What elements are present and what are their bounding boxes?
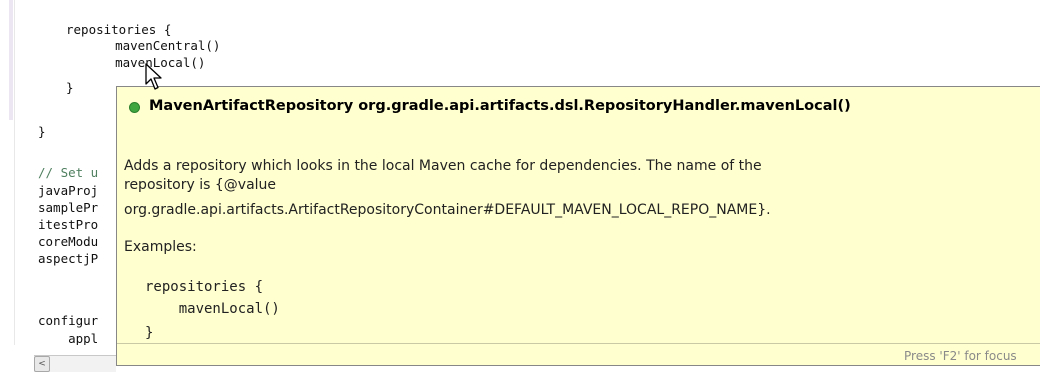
example-code-line: repositories {: [145, 279, 264, 295]
code-line[interactable]: repositories {: [66, 22, 171, 38]
public-method-icon: [129, 101, 140, 113]
popup-status-bar: Press 'F2' for focus: [117, 343, 1040, 365]
code-comment[interactable]: // Set u: [38, 165, 98, 181]
code-line[interactable]: }: [38, 124, 46, 140]
code-line[interactable]: appl: [38, 331, 98, 345]
scroll-left-button[interactable]: <: [34, 356, 50, 372]
code-line[interactable]: samplePr: [38, 200, 98, 216]
example-code-line: }: [145, 325, 154, 341]
code-line[interactable]: javaProj: [38, 183, 98, 199]
code-line[interactable]: aspectjP: [38, 251, 98, 267]
doc-description-line: org.gradle.api.artifacts.ArtifactReposit…: [124, 202, 771, 218]
doc-description-line: Adds a repository which looks in the loc…: [124, 158, 762, 174]
mouse-pointer-icon: [145, 63, 162, 90]
javadoc-hover-popup[interactable]: MavenArtifactRepository org.gradle.api.a…: [116, 86, 1040, 366]
examples-label: Examples:: [124, 239, 197, 255]
horizontal-scrollbar[interactable]: <: [34, 355, 116, 372]
code-line[interactable]: mavenCentral(): [85, 38, 220, 54]
code-line[interactable]: configur: [38, 313, 98, 329]
editor-margin: [14, 0, 15, 345]
code-line[interactable]: coreModu: [38, 234, 98, 250]
code-line[interactable]: }: [66, 80, 74, 96]
code-line[interactable]: itestPro: [38, 217, 98, 233]
popup-header: MavenArtifactRepository org.gradle.api.a…: [129, 96, 851, 116]
doc-description-line: repository is {@value: [124, 177, 277, 193]
example-code-line: mavenLocal(): [145, 301, 280, 317]
method-signature: MavenArtifactRepository org.gradle.api.a…: [149, 98, 851, 114]
change-ruler: [9, 0, 13, 120]
focus-hint: Press 'F2' for focus: [904, 349, 1017, 363]
